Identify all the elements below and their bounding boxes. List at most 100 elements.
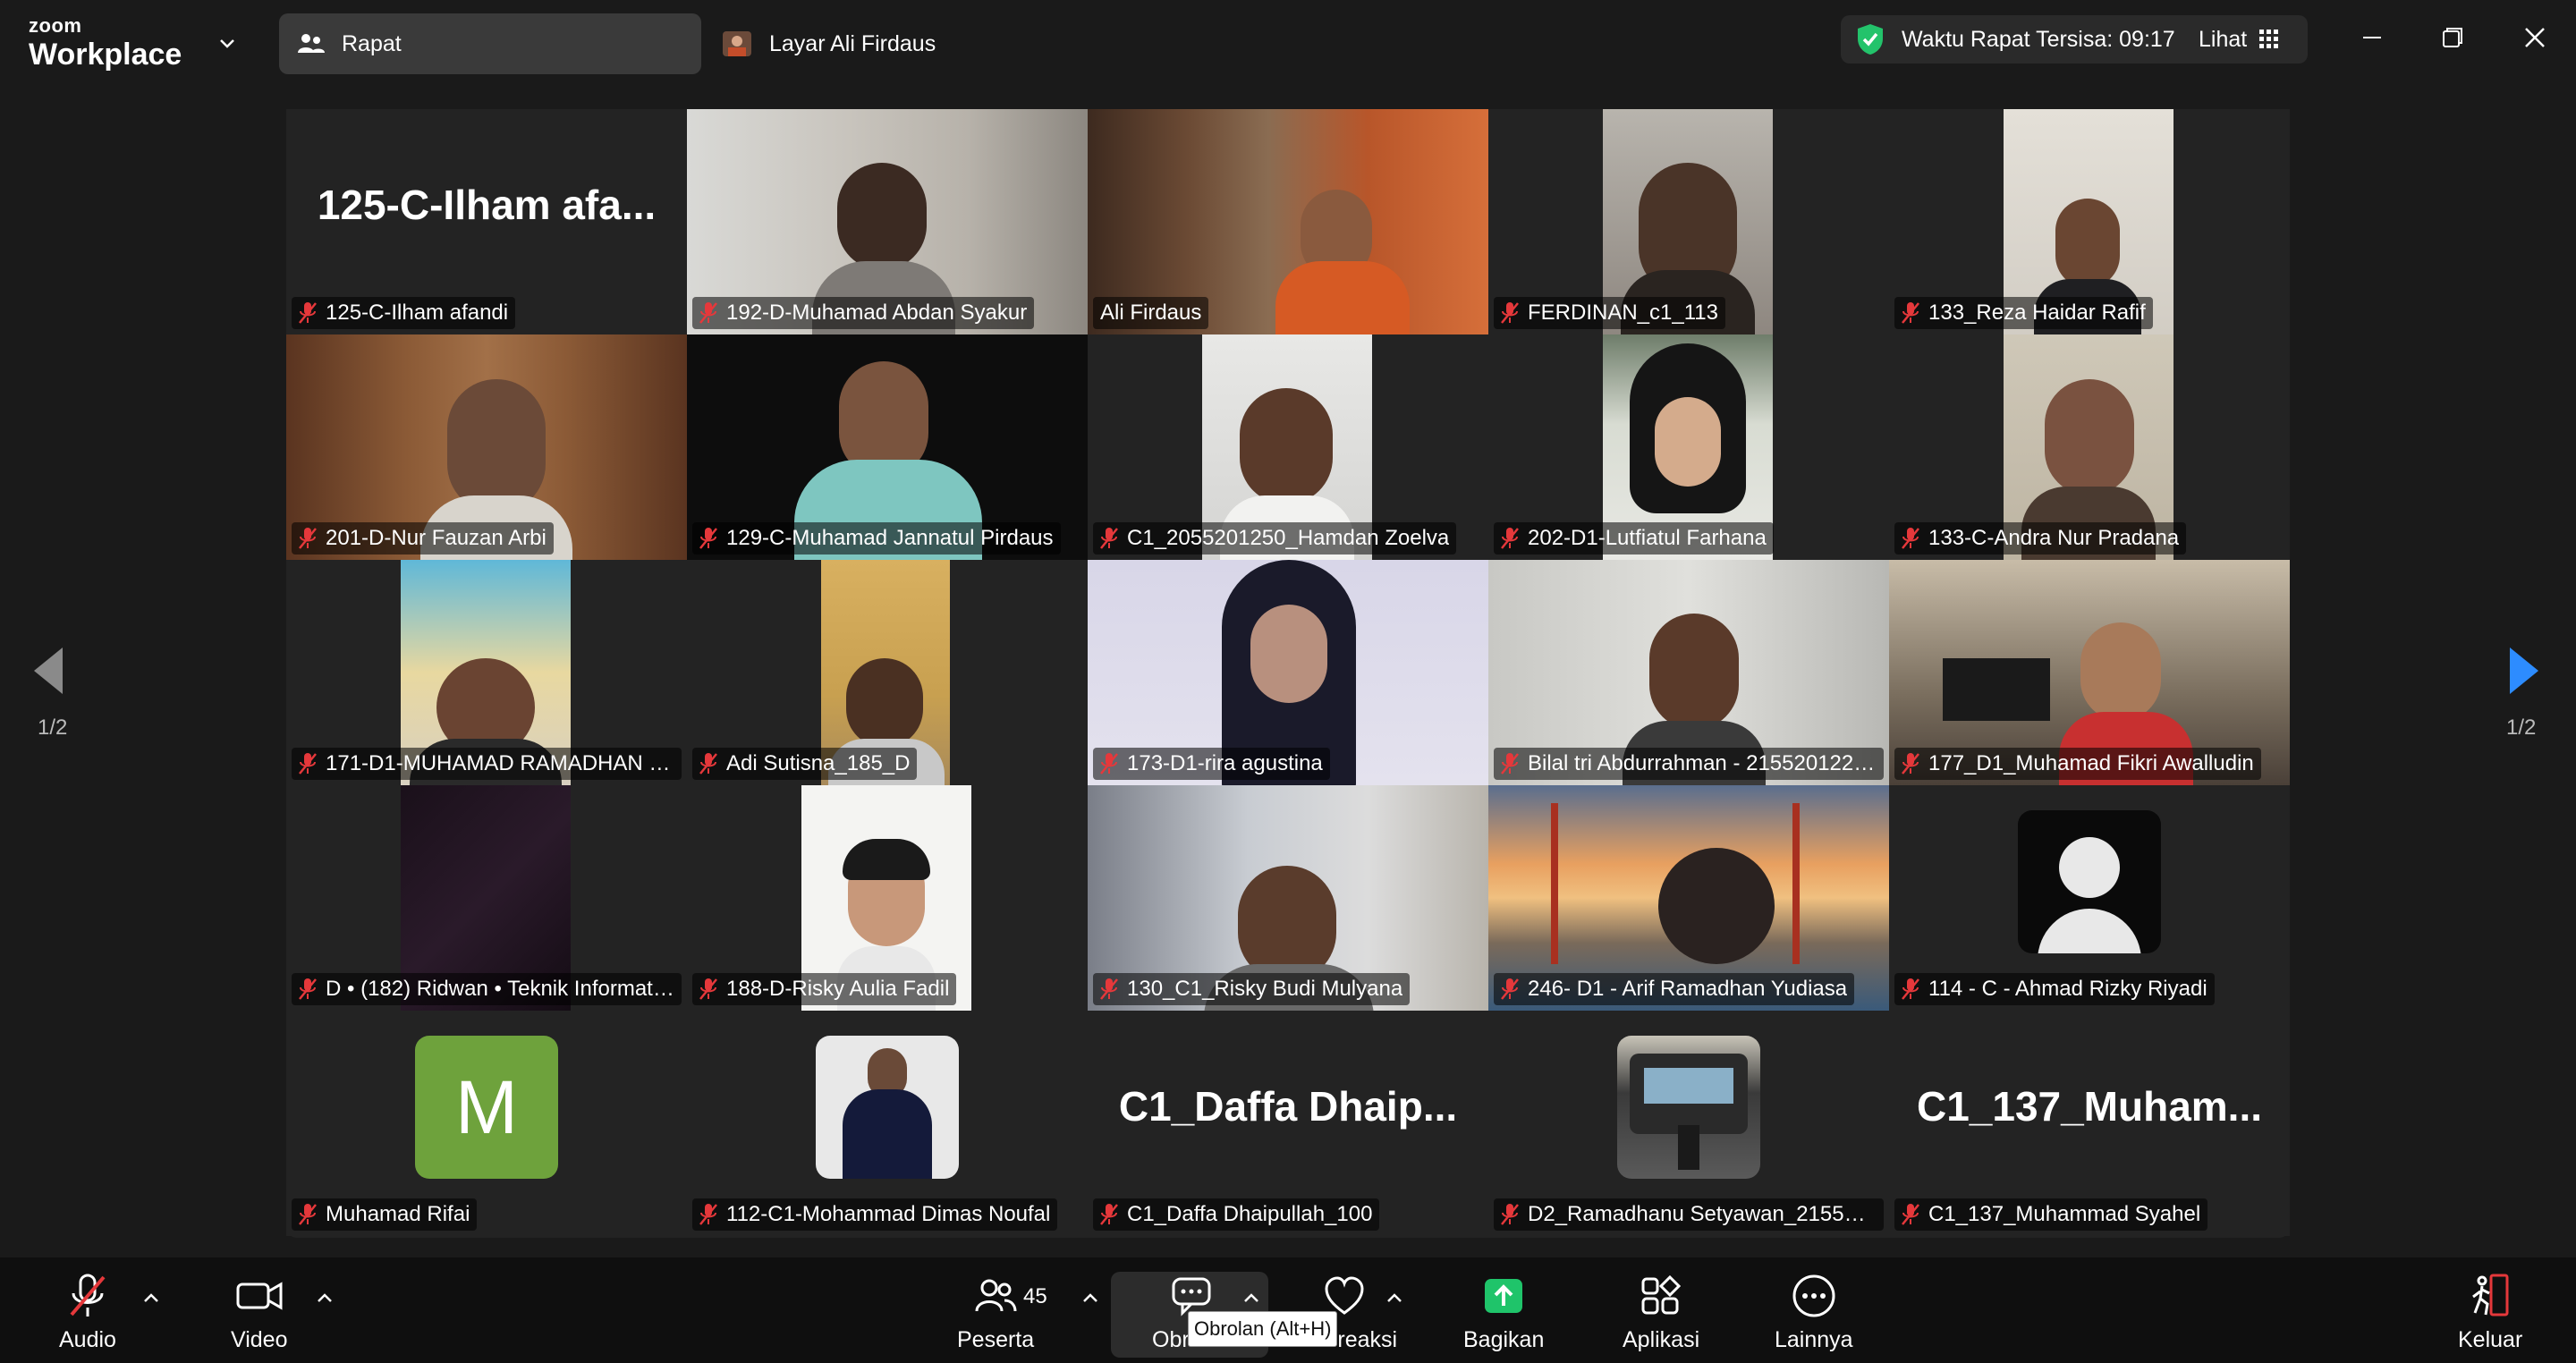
zoom-workplace-logo[interactable]: zoom Workplace — [29, 16, 182, 72]
participant-name: 188-D-Risky Aulia Fadil — [726, 977, 950, 1001]
name-label: 173-D1-rira agustina — [1093, 748, 1330, 780]
mic-muted-icon — [1501, 753, 1519, 775]
brand-workplace: Workplace — [29, 38, 182, 72]
participant-tile[interactable]: 246- D1 - Arif Ramadhan Yudiasa — [1488, 785, 1889, 1011]
audio-label: Audio — [59, 1327, 116, 1352]
participant-tile[interactable]: Adi Sutisna_185_D — [687, 560, 1088, 785]
mic-muted-icon — [1501, 1204, 1519, 1225]
tab-meeting-label: Rapat — [342, 30, 402, 56]
participant-name: 133_Reza Haidar Rafif — [1928, 301, 2146, 325]
mic-muted-icon — [1100, 753, 1118, 775]
meeting-toolbar — [0, 1257, 2576, 1363]
participant-tile[interactable]: 188-D-Risky Aulia Fadil — [687, 785, 1088, 1011]
name-label: 246- D1 - Arif Ramadhan Yudiasa — [1494, 973, 1855, 1005]
mic-muted-icon — [699, 1204, 717, 1225]
participant-tile[interactable]: 202-D1-Lutfiatul Farhana — [1488, 334, 1889, 560]
participant-name: 177_D1_Muhamad Fikri Awalludin — [1928, 751, 2254, 775]
participant-tile[interactable]: C1_2055201250_Hamdan Zoelva — [1088, 334, 1488, 560]
more-button[interactable]: Lainnya — [1775, 1274, 1853, 1353]
name-label: C1_2055201250_Hamdan Zoelva — [1093, 522, 1457, 555]
mic-muted-icon — [1501, 528, 1519, 549]
video-options-chevron-icon[interactable] — [315, 1288, 335, 1308]
mic-muted-icon — [299, 528, 317, 549]
participant-name: 201-D-Nur Fauzan Arbi — [326, 526, 547, 550]
participant-name: D2_Ramadhanu Setyawan_2155201... — [1528, 1202, 1877, 1226]
name-label: Bilal tri Abdurrahman - 2155201228... — [1494, 748, 1884, 780]
leave-button[interactable]: Keluar — [2458, 1274, 2522, 1353]
mic-muted-icon — [699, 753, 717, 775]
tab-screen-share-label: Layar Ali Firdaus — [769, 30, 936, 56]
participant-tile[interactable]: 129-C-Muhamad Jannatul Pirdaus — [687, 334, 1088, 560]
participant-big-name: 125-C-Ilham afa... — [317, 182, 657, 228]
participant-tile[interactable]: 133-C-Andra Nur Pradana — [1889, 334, 2290, 560]
timer-text: Waktu Rapat Tersisa: 09:17 — [1902, 26, 2175, 52]
share-button[interactable]: Bagikan — [1463, 1274, 1544, 1353]
name-label: FERDINAN_c1_113 — [1494, 297, 1725, 329]
gallery-grid: 125-C-Ilham afa... 125-C-Ilham afandi 19… — [286, 109, 2290, 1238]
share-label: Bagikan — [1463, 1327, 1545, 1352]
mic-muted-icon — [299, 302, 317, 324]
previous-page-arrow-icon[interactable] — [32, 646, 64, 696]
participant-tile[interactable]: 133_Reza Haidar Rafif — [1889, 109, 2290, 334]
video-label: Video — [231, 1327, 288, 1352]
microphone-muted-icon — [70, 1274, 106, 1316]
mic-muted-icon — [1902, 978, 1919, 1000]
chat-options-chevron-icon[interactable] — [1241, 1288, 1261, 1308]
participant-name: 173-D1-rira agustina — [1127, 751, 1323, 775]
participant-name: 192-D-Muhamad Abdan Syakur — [726, 301, 1028, 325]
next-page-arrow-icon[interactable] — [2508, 646, 2540, 696]
more-label: Lainnya — [1775, 1327, 1853, 1352]
tab-meeting[interactable]: Rapat — [279, 13, 701, 74]
name-label: Ali Firdaus — [1093, 297, 1209, 329]
participant-tile[interactable]: 125-C-Ilham afa... 125-C-Ilham afandi — [286, 109, 687, 334]
view-button[interactable]: Lihat — [2199, 27, 2279, 53]
participant-tile[interactable]: M Muhamad Rifai — [286, 1011, 687, 1236]
audio-options-chevron-icon[interactable] — [141, 1288, 161, 1308]
participant-tile-active-speaker[interactable]: Ali Firdaus — [1088, 109, 1488, 334]
participant-tile[interactable]: 201-D-Nur Fauzan Arbi — [286, 334, 687, 560]
mic-muted-icon — [1902, 753, 1919, 775]
react-options-chevron-icon[interactable] — [1385, 1288, 1404, 1308]
participant-name: C1_137_Muhammad Syahel — [1928, 1202, 2201, 1226]
participant-tile[interactable]: C1_Daffa Dhaip... C1_Daffa Dhaipullah_10… — [1088, 1011, 1488, 1236]
participant-tile[interactable]: D2_Ramadhanu Setyawan_2155201... — [1488, 1011, 1889, 1236]
participants-options-chevron-icon[interactable] — [1080, 1288, 1100, 1308]
participant-tile[interactable]: 130_C1_Risky Budi Mulyana — [1088, 785, 1488, 1011]
video-button[interactable]: Video — [231, 1274, 288, 1353]
restore-icon[interactable] — [2435, 20, 2470, 55]
mic-muted-icon — [299, 978, 317, 1000]
chat-tooltip: Obrolan (Alt+H) — [1188, 1311, 1338, 1347]
minimize-icon[interactable] — [2354, 20, 2390, 55]
mic-muted-icon — [1902, 302, 1919, 324]
apps-button[interactable]: Aplikasi — [1623, 1274, 1699, 1353]
participants-icon — [975, 1279, 1017, 1312]
participant-name: 246- D1 - Arif Ramadhan Yudiasa — [1528, 977, 1848, 1001]
participant-tile[interactable]: D • (182) Ridwan • Teknik Informatika — [286, 785, 687, 1011]
screen-share-avatar-icon — [723, 31, 751, 56]
grid-view-icon — [2259, 30, 2279, 48]
participant-name: 129-C-Muhamad Jannatul Pirdaus — [726, 526, 1054, 550]
tab-screen-share[interactable]: Layar Ali Firdaus — [721, 13, 936, 74]
participant-tile[interactable]: FERDINAN_c1_113 — [1488, 109, 1889, 334]
name-label: 114 - C - Ahmad Rizky Riyadi — [1894, 973, 2215, 1005]
participant-name: 202-D1-Lutfiatul Farhana — [1528, 526, 1767, 550]
participant-tile[interactable]: 112-C1-Mohammad Dimas Noufal — [687, 1011, 1088, 1236]
participant-tile[interactable]: Bilal tri Abdurrahman - 2155201228... — [1488, 560, 1889, 785]
participants-count-badge: 45 — [1023, 1284, 1047, 1308]
participant-tile[interactable]: C1_137_Muham... C1_137_Muhammad Syahel — [1889, 1011, 2290, 1236]
participant-big-name: C1_Daffa Dhaip... — [1118, 1083, 1458, 1130]
participant-tile[interactable]: 171-D1-MUHAMAD RAMADHAN D... — [286, 560, 687, 785]
name-label: D2_Ramadhanu Setyawan_2155201... — [1494, 1198, 1884, 1231]
participant-name: 171-D1-MUHAMAD RAMADHAN D... — [326, 751, 674, 775]
participant-tile[interactable]: 173-D1-rira agustina — [1088, 560, 1488, 785]
participant-tile[interactable]: 114 - C - Ahmad Rizky Riyadi — [1889, 785, 2290, 1011]
participant-name: Bilal tri Abdurrahman - 2155201228... — [1528, 751, 1877, 775]
participant-tile[interactable]: 177_D1_Muhamad Fikri Awalludin — [1889, 560, 2290, 785]
name-label: 133-C-Andra Nur Pradana — [1894, 522, 2187, 555]
participant-tile[interactable]: 192-D-Muhamad Abdan Syakur — [687, 109, 1088, 334]
chevron-down-icon[interactable] — [216, 32, 238, 54]
close-icon[interactable] — [2517, 20, 2553, 55]
participant-name: C1_Daffa Dhaipullah_100 — [1127, 1202, 1373, 1226]
audio-button[interactable]: Audio — [59, 1274, 116, 1353]
participant-big-name: C1_137_Muham... — [1916, 1083, 2263, 1130]
